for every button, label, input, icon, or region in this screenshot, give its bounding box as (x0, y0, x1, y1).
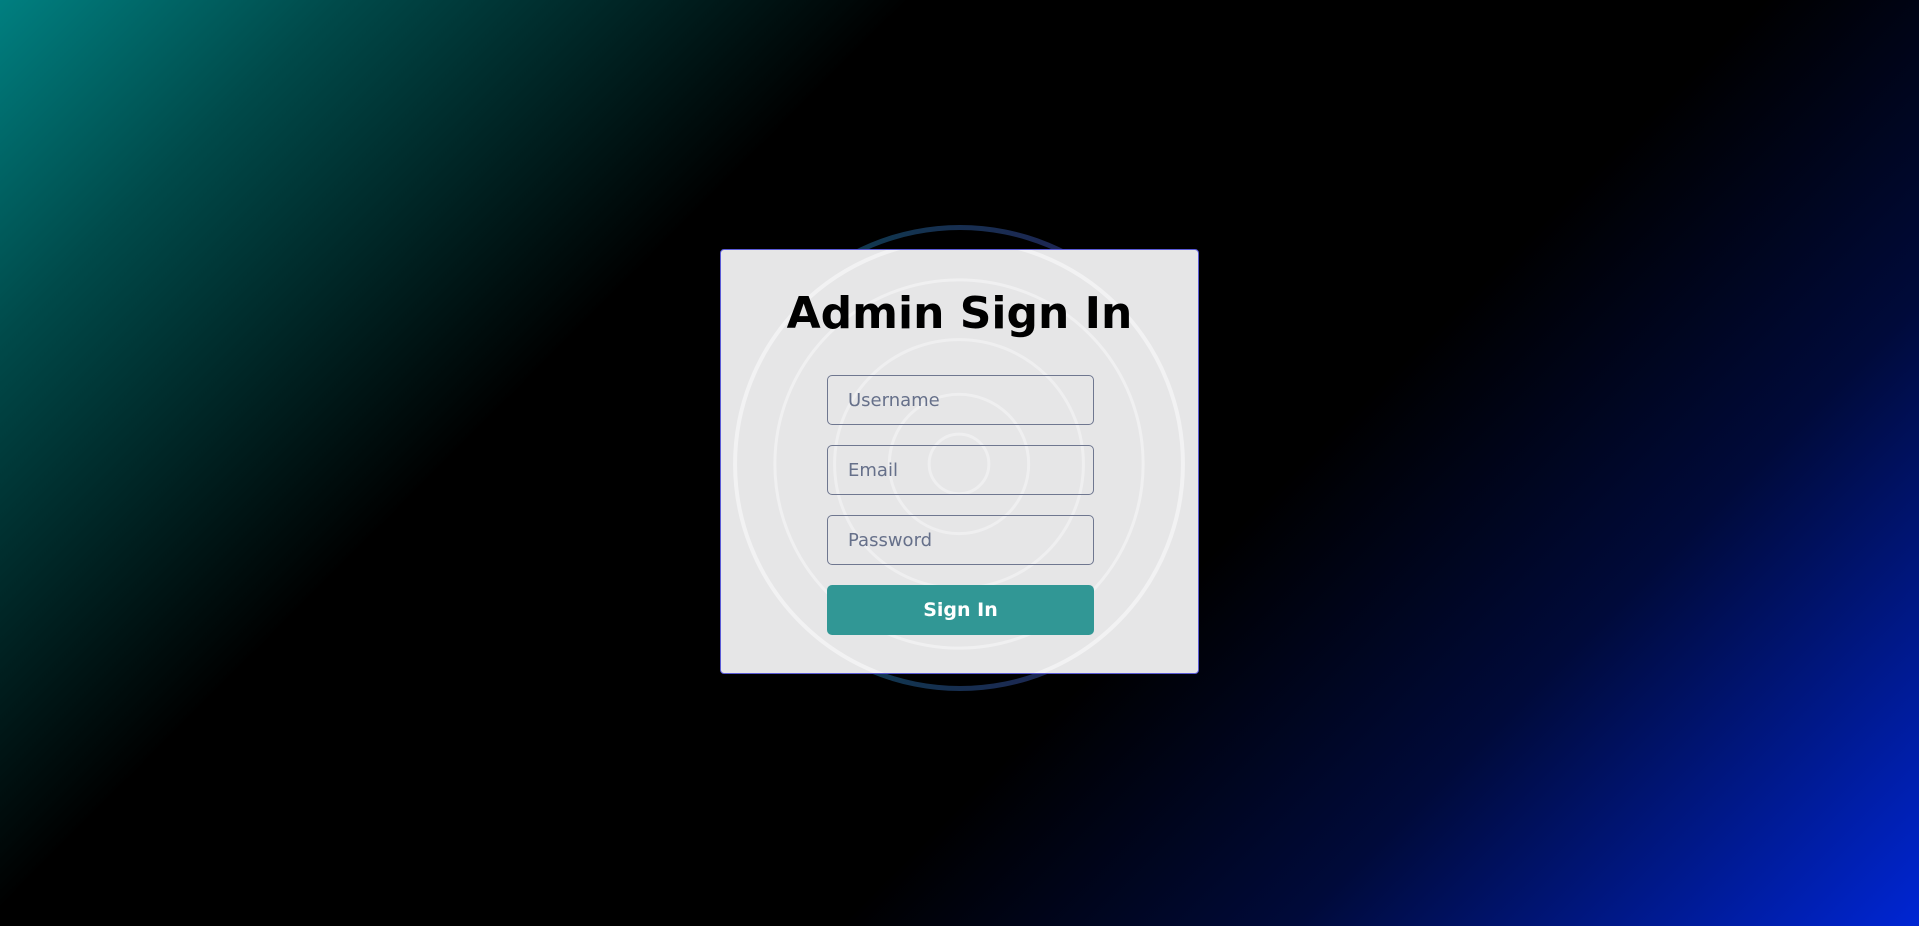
sign-in-button[interactable]: Sign In (827, 585, 1094, 635)
page-title: Admin Sign In (786, 288, 1133, 339)
username-input[interactable] (827, 375, 1094, 425)
email-input[interactable] (827, 445, 1094, 495)
password-input[interactable] (827, 515, 1094, 565)
signin-card: Admin Sign In Sign In (720, 249, 1199, 674)
